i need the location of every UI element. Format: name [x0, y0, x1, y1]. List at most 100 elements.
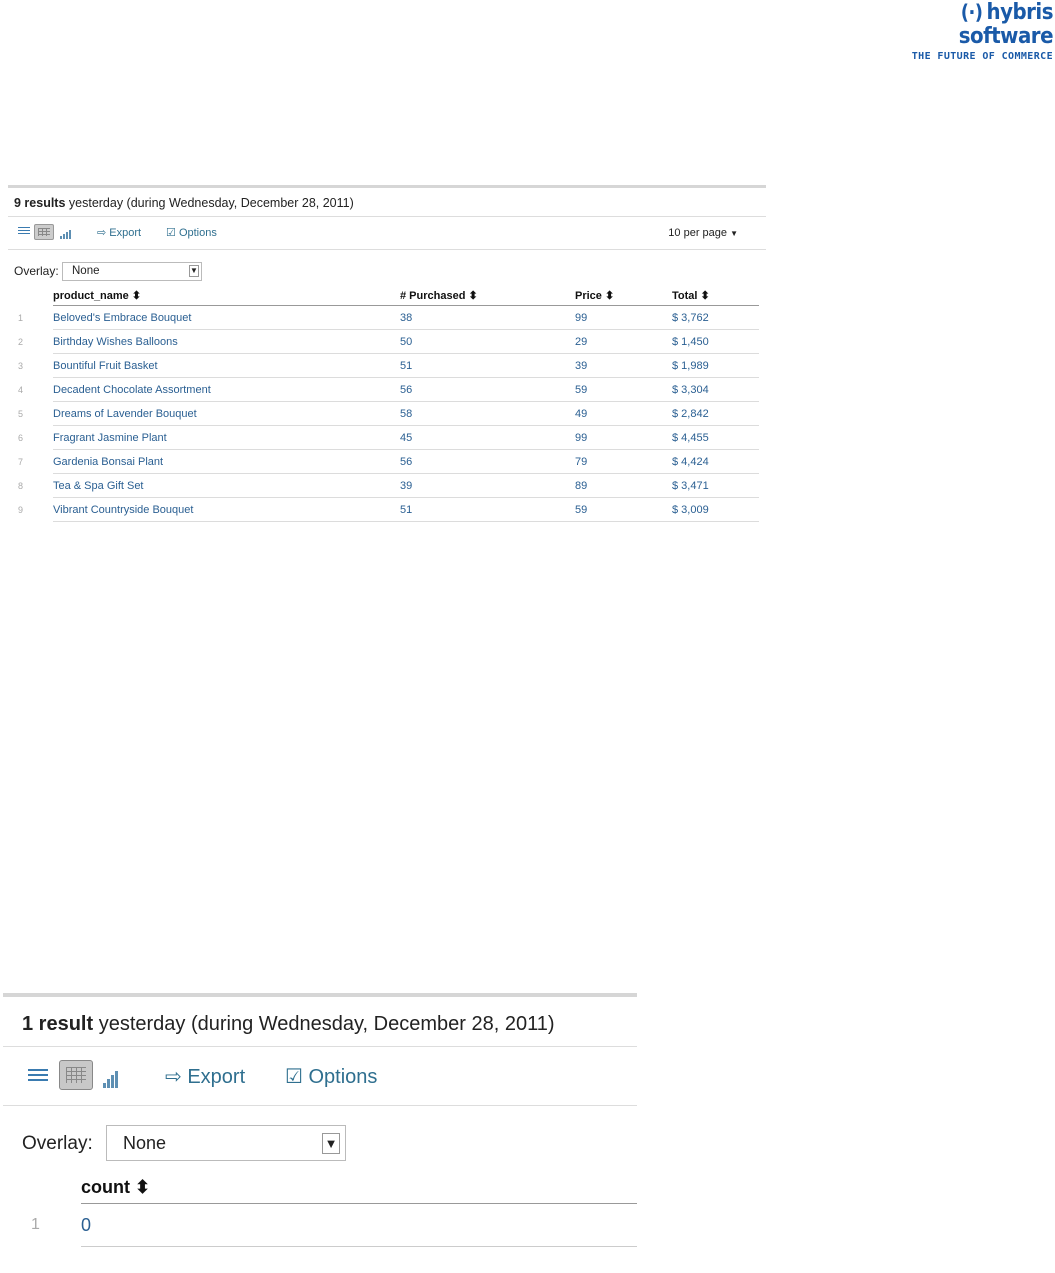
results-toolbar: ⇨ Export ☑ Options	[3, 1047, 637, 1106]
column-header[interactable]: product_name ⬍	[53, 286, 400, 306]
purchased-cell[interactable]: 58	[400, 401, 575, 426]
table-view-icon[interactable]	[59, 1060, 93, 1090]
hybris-logo-mark: (·)	[960, 0, 983, 24]
results-count: 1 result	[22, 1013, 94, 1035]
sort-icon: ⬍	[700, 290, 710, 302]
results-count: 9 results	[14, 196, 66, 210]
purchased-cell[interactable]: 39	[400, 473, 575, 498]
results-period: yesterday (during Wednesday, December 28…	[65, 196, 354, 210]
export-icon: ⇨	[97, 227, 107, 239]
sort-icon: ⬍	[135, 1176, 151, 1197]
list-view-icon[interactable]	[28, 1069, 48, 1083]
export-icon: ⇨	[165, 1066, 182, 1088]
table-row: 8 Tea & Spa Gift Set 39 89 $ 3,471	[14, 473, 759, 498]
sort-icon: ⬍	[468, 290, 478, 302]
list-view-icon[interactable]	[18, 227, 30, 236]
dropdown-arrow-icon: ▼	[730, 229, 738, 238]
price-cell[interactable]: 89	[575, 473, 672, 498]
overlay-label: Overlay:	[22, 1133, 93, 1154]
product-name-cell[interactable]: Gardenia Bonsai Plant	[53, 449, 400, 474]
column-header[interactable]: Total ⬍	[672, 286, 759, 306]
product-name-cell[interactable]: Dreams of Lavender Bouquet	[53, 401, 400, 426]
table-row: 10	[19, 1203, 637, 1247]
overlay-label: Overlay:	[14, 264, 59, 278]
results-table: product_name ⬍ # Purchased ⬍ Price ⬍ Tot…	[14, 286, 759, 522]
price-cell[interactable]: 39	[575, 353, 672, 378]
purchased-cell[interactable]: 56	[400, 449, 575, 474]
per-page-label: 10 per page	[668, 227, 728, 239]
total-cell[interactable]: $ 4,424	[672, 449, 759, 474]
overlay-select[interactable]: None ▼	[62, 262, 202, 281]
column-header[interactable]: # Purchased ⬍	[400, 286, 575, 306]
purchased-cell[interactable]: 50	[400, 329, 575, 354]
product-name-cell[interactable]: Tea & Spa Gift Set	[53, 473, 400, 498]
product-name-cell[interactable]: Birthday Wishes Balloons	[53, 329, 400, 354]
total-cell[interactable]: $ 2,842	[672, 401, 759, 426]
table-row: 9 Vibrant Countryside Bouquet 51 59 $ 3,009	[14, 497, 759, 522]
results-header: 1 result yesterday (during Wednesday, De…	[3, 997, 637, 1047]
sort-icon: ⬍	[131, 290, 142, 302]
purchased-cell[interactable]: 51	[400, 497, 575, 522]
export-button[interactable]: ⇨ Export	[165, 1064, 245, 1089]
product-name-cell[interactable]: Bountiful Fruit Basket	[53, 353, 400, 378]
table-row: 4 Decadent Chocolate Assortment 56 59 $ 3,30…	[14, 377, 759, 402]
price-cell[interactable]: 99	[575, 425, 672, 450]
results-header: 9 results yesterday (during Wednesday, D…	[8, 188, 766, 217]
product-name-cell[interactable]: Fragrant Jasmine Plant	[53, 425, 400, 450]
options-button[interactable]: ☑ Options	[166, 226, 217, 239]
purchased-cell[interactable]: 38	[400, 305, 575, 330]
overlay-value: None	[123, 1133, 167, 1153]
price-cell[interactable]: 59	[575, 497, 672, 522]
table-row: 1 Beloved's Embrace Bouquet 38 99 $ 3,762	[14, 305, 759, 330]
price-cell[interactable]: 49	[575, 401, 672, 426]
results-panel-count: 1 result yesterday (during Wednesday, De…	[3, 993, 637, 1273]
results-table: count ⬍ 10	[19, 1171, 637, 1247]
table-header-row: count ⬍	[19, 1171, 637, 1204]
total-cell[interactable]: $ 3,762	[672, 305, 759, 330]
price-cell[interactable]: 29	[575, 329, 672, 354]
column-header[interactable]: Price ⬍	[575, 286, 672, 306]
chart-view-icon[interactable]	[60, 227, 72, 239]
export-button[interactable]: ⇨ Export	[97, 226, 141, 239]
count-cell[interactable]: 0	[81, 1203, 637, 1247]
options-icon: ☑	[285, 1066, 303, 1088]
total-cell[interactable]: $ 3,009	[672, 497, 759, 522]
purchased-cell[interactable]: 45	[400, 425, 575, 450]
table-row: 5 Dreams of Lavender Bouquet 58 49 $ 2,842	[14, 401, 759, 426]
row-number-header	[19, 1171, 81, 1204]
table-row: 6 Fragrant Jasmine Plant 45 99 $ 4,455	[14, 425, 759, 450]
column-header[interactable]: count ⬍	[81, 1171, 637, 1204]
table-row: 2 Birthday Wishes Balloons 50 29 $ 1,450	[14, 329, 759, 354]
hybris-logo: (·) hybris software THE FUTURE OF COMMERC…	[878, 0, 1054, 62]
table-row: 3 Bountiful Fruit Basket 51 39 $ 1,989	[14, 353, 759, 378]
product-name-cell[interactable]: Vibrant Countryside Bouquet	[53, 497, 400, 522]
export-label: Export	[187, 1066, 246, 1088]
total-cell[interactable]: $ 3,471	[672, 473, 759, 498]
options-label: Options	[178, 227, 217, 239]
price-cell[interactable]: 79	[575, 449, 672, 474]
total-cell[interactable]: $ 4,455	[672, 425, 759, 450]
dropdown-arrow-icon: ▼	[189, 265, 199, 277]
product-name-cell[interactable]: Decadent Chocolate Assortment	[53, 377, 400, 402]
price-cell[interactable]: 99	[575, 305, 672, 330]
product-name-cell[interactable]: Beloved's Embrace Bouquet	[53, 305, 400, 330]
row-number-header	[14, 286, 53, 306]
total-cell[interactable]: $ 3,304	[672, 377, 759, 402]
total-cell[interactable]: $ 1,989	[672, 353, 759, 378]
total-cell[interactable]: $ 1,450	[672, 329, 759, 354]
table-row: 7 Gardenia Bonsai Plant 56 79 $ 4,424	[14, 449, 759, 474]
logo-tagline: THE FUTURE OF COMMERCE	[911, 51, 1053, 62]
table-view-icon[interactable]	[34, 224, 54, 240]
chart-view-icon[interactable]	[103, 1065, 119, 1088]
dropdown-arrow-icon: ▼	[322, 1133, 340, 1154]
purchased-cell[interactable]: 51	[400, 353, 575, 378]
options-icon: ☑	[166, 227, 176, 239]
purchased-cell[interactable]: 56	[400, 377, 575, 402]
overlay-select[interactable]: None ▼	[106, 1125, 346, 1161]
results-period: yesterday (during Wednesday, December 28…	[93, 1013, 555, 1035]
options-label: Options	[308, 1066, 378, 1088]
overlay-value: None	[72, 265, 100, 277]
price-cell[interactable]: 59	[575, 377, 672, 402]
options-button[interactable]: ☑ Options	[285, 1064, 377, 1089]
per-page-dropdown[interactable]: 10 per page ▼	[668, 227, 738, 239]
